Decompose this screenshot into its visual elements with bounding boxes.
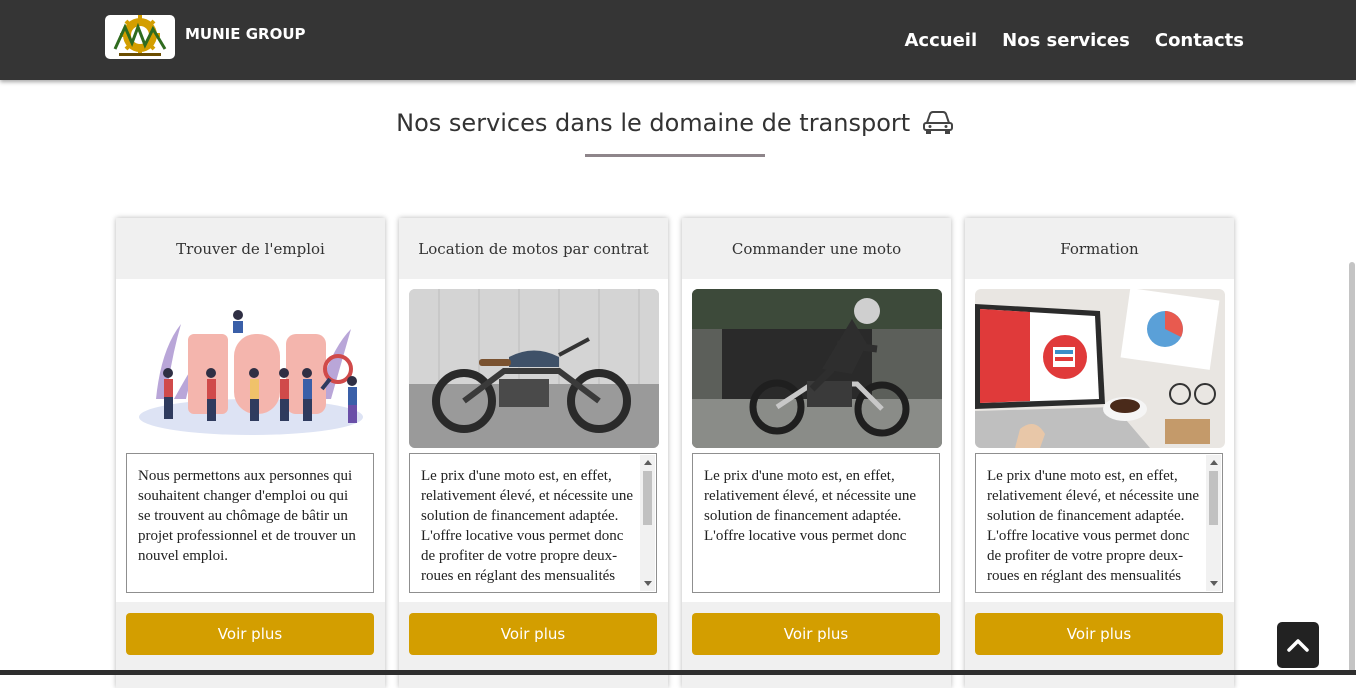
elearning-laptop-photo bbox=[975, 289, 1225, 448]
voir-plus-button[interactable]: Voir plus bbox=[975, 613, 1223, 655]
scrollbar-thumb[interactable] bbox=[643, 471, 652, 525]
voir-plus-button[interactable]: Voir plus bbox=[126, 613, 374, 655]
voir-plus-button[interactable]: Voir plus bbox=[692, 613, 940, 655]
section-title: Nos services dans le domaine de transpor… bbox=[0, 108, 1350, 137]
nav-link-contacts[interactable]: Contacts bbox=[1155, 30, 1244, 51]
service-card-formation: Formation Le prix d'une moto est, en eff… bbox=[965, 218, 1234, 688]
nav-menu: Accueil Nos services Contacts bbox=[905, 30, 1245, 51]
services-cards: Trouver de l'emploi Nous permettons aux … bbox=[116, 218, 1234, 688]
car-icon bbox=[922, 111, 953, 134]
title-underline bbox=[585, 154, 765, 157]
back-to-top-button[interactable] bbox=[1277, 622, 1319, 668]
brand-name[interactable]: MUNIE GROUP bbox=[185, 25, 306, 43]
scroll-up-icon[interactable] bbox=[1210, 460, 1218, 465]
nav-link-services[interactable]: Nos services bbox=[1002, 30, 1130, 51]
scroll-down-icon[interactable] bbox=[1210, 581, 1218, 586]
page-scrollbar[interactable] bbox=[1348, 0, 1356, 675]
bottom-edge bbox=[0, 670, 1356, 675]
section-title-text: Nos services dans le domaine de transpor… bbox=[396, 109, 911, 137]
scroll-down-icon[interactable] bbox=[644, 581, 652, 586]
card-title: Location de motos par contrat bbox=[399, 218, 668, 279]
card-description[interactable]: Le prix d'une moto est, en effet, relati… bbox=[409, 453, 657, 593]
card-description[interactable]: Le prix d'une moto est, en effet, relati… bbox=[692, 453, 940, 593]
card-description[interactable]: Nous permettons aux personnes qui souhai… bbox=[126, 453, 374, 593]
text-scrollbar[interactable] bbox=[640, 455, 655, 591]
card-title: Formation bbox=[965, 218, 1234, 279]
logo-emblem-icon bbox=[113, 15, 167, 56]
logo[interactable] bbox=[105, 15, 175, 59]
card-description[interactable]: Le prix d'une moto est, en effet, relati… bbox=[975, 453, 1223, 593]
card-description-text: Le prix d'une moto est, en effet, relati… bbox=[421, 468, 633, 584]
card-title: Trouver de l'emploi bbox=[116, 218, 385, 279]
scroll-up-icon[interactable] bbox=[644, 460, 652, 465]
text-scrollbar[interactable] bbox=[1206, 455, 1221, 591]
chevron-up-icon bbox=[1287, 639, 1309, 652]
page-scrollbar-thumb[interactable] bbox=[1349, 262, 1355, 675]
nav-link-accueil[interactable]: Accueil bbox=[905, 30, 978, 51]
card-title: Commander une moto bbox=[682, 218, 951, 279]
motorcycle-photo bbox=[409, 289, 659, 448]
voir-plus-button[interactable]: Voir plus bbox=[409, 613, 657, 655]
card-description-text: Le prix d'une moto est, en effet, relati… bbox=[987, 468, 1199, 584]
scrollbar-thumb[interactable] bbox=[1209, 471, 1218, 525]
job-illustration bbox=[126, 289, 376, 448]
rider-photo bbox=[692, 289, 942, 448]
service-card-emploi: Trouver de l'emploi Nous permettons aux … bbox=[116, 218, 385, 688]
service-card-commander: Commander une moto Le prix d'une moto es… bbox=[682, 218, 951, 688]
service-card-location: Location de motos par contrat Le prix d'… bbox=[399, 218, 668, 688]
navbar: MUNIE GROUP Accueil Nos services Contact… bbox=[0, 0, 1356, 80]
